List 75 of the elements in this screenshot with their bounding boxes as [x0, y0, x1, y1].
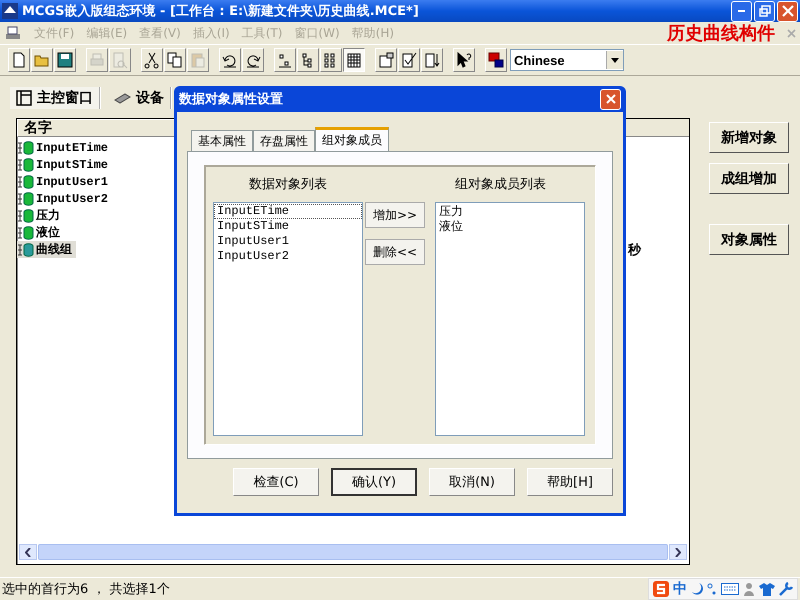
list-item[interactable]: InputUser1 [214, 234, 290, 249]
side-button[interactable]: 成组增加 [709, 163, 789, 194]
sort-icon [423, 51, 441, 69]
app-icon [2, 3, 18, 19]
table-cell-text: 秒 [628, 242, 641, 258]
database-icon [17, 208, 35, 222]
close-icon [782, 5, 794, 17]
list-label: 组对象成员列表 [455, 176, 546, 193]
window-icon [16, 90, 32, 106]
restore-icon [758, 5, 770, 17]
object-row[interactable]: InputUser1 [17, 174, 112, 188]
dialog-tab[interactable]: 组对象成员 [315, 127, 389, 151]
database-icon [17, 226, 35, 240]
restore-button[interactable] [754, 0, 775, 22]
shirt-icon [759, 582, 775, 596]
s-logo-icon [653, 581, 669, 597]
database-icon [17, 140, 35, 154]
close-icon [606, 94, 616, 104]
status-text: 选中的首行为6 ， 共选择1个 [1, 581, 170, 598]
object-row[interactable]: 曲线组 [17, 241, 76, 258]
overlay-caption: 历史曲线构件 [667, 22, 775, 45]
keyboard-icon [721, 583, 739, 595]
dialog-button[interactable]: 帮助[H] [527, 468, 613, 496]
language-select[interactable]: Chinese [510, 49, 624, 71]
list-item[interactable]: InputETime [214, 204, 362, 219]
close-icon [787, 28, 796, 38]
dialog-title: 数据对象属性设置 [179, 91, 283, 108]
dropdown-arrow-icon [611, 58, 619, 62]
column-header: 名字 [17, 119, 175, 137]
remove-button[interactable]: 删除<< [365, 239, 425, 265]
list-item[interactable]: InputUser2 [214, 249, 290, 264]
horizontal-scrollbar[interactable] [19, 544, 687, 560]
database-icon [17, 192, 35, 206]
window-title: MCGS嵌入版组态环境 - [工作台 : E:\新建文件夹\历史曲线.MCE*] [22, 2, 419, 20]
dialog-button[interactable]: 确认(Y) [331, 468, 417, 496]
object-listbox[interactable]: InputETime InputSTime InputUser1 InputUser2 [213, 202, 363, 436]
add-button[interactable]: 增加>> [365, 202, 425, 228]
dialog-tab[interactable]: 基本属性 [191, 130, 253, 151]
wrench-icon [779, 582, 793, 596]
input-mode-text: 中 [673, 580, 687, 598]
database-icon [17, 174, 35, 188]
dialog-button[interactable]: 取消(N) [429, 468, 515, 496]
list-label: 数据对象列表 [248, 176, 328, 193]
side-button[interactable]: 对象属性 [709, 224, 789, 255]
copy-icon [166, 51, 184, 69]
grid-view-icon [345, 51, 363, 69]
close-button[interactable] [600, 88, 621, 110]
checkmark-icon [400, 51, 418, 69]
toolbar-button[interactable] [343, 48, 365, 72]
list-item[interactable]: InputSTime [214, 219, 290, 234]
object-row[interactable]: 压力 [17, 207, 64, 224]
help-pointer-icon [455, 51, 473, 69]
moon-icon [691, 582, 703, 596]
dialog-tab[interactable]: 存盘属性 [253, 130, 315, 151]
object-row[interactable]: 液位 [17, 224, 64, 241]
object-row[interactable]: InputUser2 [17, 192, 112, 206]
list-item[interactable]: 压力 [436, 204, 464, 219]
object-row[interactable]: InputETime [17, 140, 112, 154]
side-button[interactable]: 新增对象 [709, 122, 789, 153]
person-icon [743, 582, 755, 596]
list-item[interactable]: 液位 [436, 219, 464, 234]
member-listbox[interactable]: 压力 液位 [435, 202, 585, 436]
punctuation-icon [707, 582, 717, 596]
scissors-icon [143, 51, 161, 69]
database-icon [17, 242, 35, 256]
database-icon [17, 158, 35, 172]
workspace-tab[interactable]: 设备 [107, 87, 172, 109]
object-row[interactable]: InputSTime [17, 158, 112, 172]
close-button[interactable] [777, 0, 798, 22]
workspace-tab[interactable]: 主控窗口 [10, 87, 101, 109]
minimize-icon [738, 10, 745, 12]
minimize-button[interactable] [731, 0, 752, 22]
preview-icon [111, 51, 129, 69]
paste-icon [189, 51, 207, 69]
dialog-button[interactable]: 检查(C) [233, 468, 319, 496]
